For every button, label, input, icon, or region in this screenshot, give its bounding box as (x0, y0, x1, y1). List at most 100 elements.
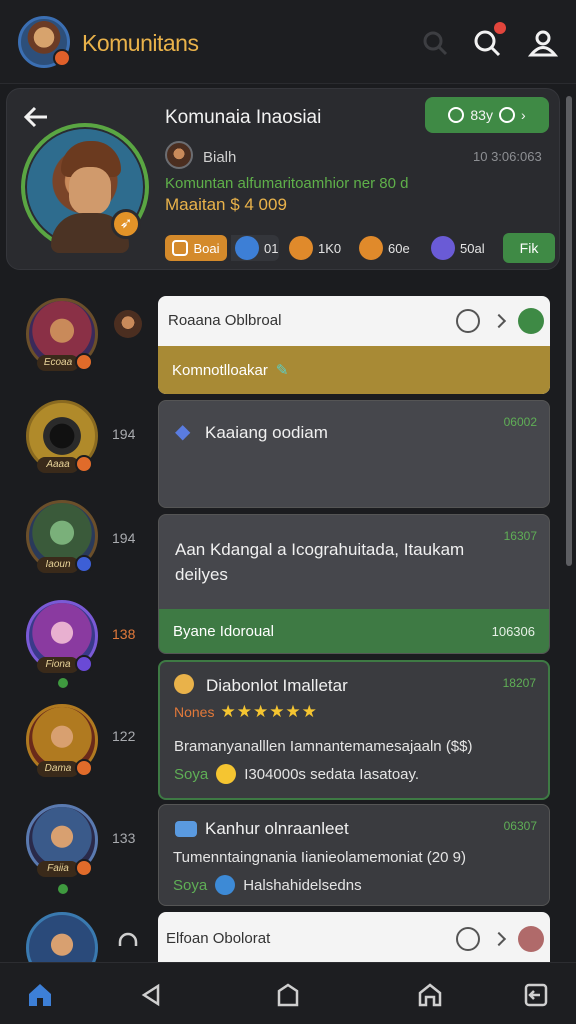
rating-stars: ★★★★★★ (220, 702, 318, 721)
heart-icon[interactable] (518, 926, 544, 952)
owner-avatar[interactable] (165, 141, 193, 169)
rank-badge: Dama (37, 761, 79, 777)
card-body: Bramanyanalllen Iamnantemamesajaaln ($$) (174, 738, 473, 755)
member-avatar[interactable]: Faiia (26, 804, 98, 877)
profile-title: Komunaia Inaosiai (165, 107, 322, 128)
smile-emoji-icon (216, 764, 237, 784)
feed-card[interactable]: 06307 Kanhur olnraanleet Tumenntaingnani… (158, 804, 550, 906)
card-title: Roaana Oblbroal (168, 312, 282, 329)
feed-count: 138 (112, 626, 136, 642)
stat-shields[interactable]: 50al (431, 235, 485, 261)
feed-item[interactable]: Aaaa 194 06002 ◆ Kaaiang oodiam (0, 400, 560, 510)
feed-count: 194 (112, 530, 136, 546)
member-avatar[interactable] (26, 912, 98, 962)
online-status-icon (58, 884, 68, 894)
stat-gems[interactable]: 01 (231, 235, 279, 261)
notification-dot-icon (494, 22, 506, 34)
chevron-right-icon: › (520, 107, 526, 123)
diamond-icon: ◆ (175, 421, 191, 443)
small-member-avatar[interactable] (114, 310, 142, 338)
card-title: Diabonlot Imalletar (206, 676, 348, 695)
community-icon[interactable] (416, 981, 444, 1009)
member-avatar[interactable]: Dama (26, 704, 98, 777)
feed-card[interactable]: Elfoan Obolorat (158, 912, 550, 962)
card-body: Tumenntaingnania Iianieolamemoniat (20 9… (173, 849, 466, 866)
chevron-right-icon[interactable] (491, 313, 507, 329)
member-avatar[interactable]: Ecoaa (26, 298, 98, 371)
level-icon (75, 655, 93, 673)
member-avatar[interactable]: Iaoun (26, 500, 98, 573)
rank-badge: Ecoaa (37, 355, 79, 371)
headset-icon[interactable] (116, 930, 140, 954)
card-footer-label: Soya (174, 765, 209, 783)
stat-trophies[interactable]: 60e (359, 235, 410, 261)
card-title: Kaaiang oodiam (205, 423, 328, 442)
feed-item[interactable]: Fiona 138 Dama 122 18207 Diabonlot Imall… (0, 600, 560, 800)
feed-item[interactable]: Ecoaa Roaana Oblbroal Komnotlloakar ✎ (0, 296, 560, 396)
member-avatar[interactable]: Aaaa (26, 400, 98, 473)
house-outline-icon[interactable] (274, 981, 302, 1009)
sparkle-icon: ✎ (275, 362, 289, 379)
back-arrow-icon[interactable] (23, 105, 49, 129)
profile-balance: Maaitan $ 4 009 (165, 195, 287, 214)
clock-icon[interactable] (456, 309, 480, 333)
search-icon[interactable] (420, 28, 450, 58)
feed-count: 194 (112, 426, 136, 442)
profile-icon[interactable] (528, 28, 558, 58)
rank-badge: Fiona (37, 657, 79, 673)
stat-gems-value: 01 (264, 240, 279, 256)
globe-icon (215, 875, 236, 895)
avatar-badge-icon (53, 49, 71, 67)
chevron-right-icon[interactable] (491, 931, 507, 947)
feed-card[interactable]: 06002 ◆ Kaaiang oodiam (158, 400, 550, 508)
level-icon (75, 555, 93, 573)
bottom-nav (0, 962, 576, 1024)
gem-icon (235, 236, 259, 260)
feed-card[interactable]: 18207 Diabonlot Imalletar Nones ★★★★★★ B… (158, 660, 550, 800)
friend-button[interactable]: Fik (503, 233, 555, 263)
level-icon (75, 455, 93, 473)
stat-medals-value: 1K0 (318, 240, 342, 256)
feed-item[interactable]: Faiia 133 06307 Kanhur olnraanleet Tumen… (0, 804, 560, 908)
stat-coins-value: Boai (193, 240, 220, 256)
feed-count: 122 (112, 728, 136, 744)
stat-coins[interactable]: Boai (165, 235, 227, 261)
coin-icon (174, 674, 194, 694)
rank-emblem-icon: ➶ (111, 209, 141, 239)
rank-badge: Faiia (37, 861, 79, 877)
card-strip[interactable]: Komnotlloakar ✎ (158, 346, 550, 394)
card-title: Elfoan Obolorat (166, 930, 271, 947)
back-triangle-icon[interactable] (138, 981, 166, 1009)
chat-icon (175, 821, 197, 837)
card-time: 16307 (503, 529, 537, 543)
profile-date: 10 3:06:063 (473, 149, 542, 164)
card-subtitle: Nones (174, 704, 215, 720)
rank-badge: Iaoun (37, 557, 79, 573)
stat-shields-value: 50al (460, 240, 485, 256)
profile-avatar[interactable]: ➶ (21, 123, 149, 253)
feed-item[interactable]: Elfoan Obolorat (0, 912, 560, 962)
status-button[interactable]: 83y › (425, 97, 549, 133)
card-footer-text: I304000s sedata Iasatoay. (244, 765, 420, 783)
strip-label: Komnotlloakar (172, 361, 268, 379)
stat-medals[interactable]: 1K0 (289, 235, 341, 261)
scrollbar[interactable] (566, 96, 572, 566)
card-footer-label: Soya (173, 876, 208, 894)
status-label: 83y (470, 107, 493, 123)
clock-icon (498, 107, 515, 123)
trophy-icon (359, 236, 383, 260)
profile-card: ➶ Komunaia Inaosiai 83y › Bialh 10 3:06:… (6, 88, 560, 270)
online-status-icon (58, 678, 68, 688)
clock-icon[interactable] (456, 927, 480, 951)
feed-card[interactable]: Roaana Oblbroal Komnotlloakar ✎ (158, 296, 550, 394)
member-avatar[interactable]: Fiona (26, 600, 98, 673)
go-icon[interactable] (518, 308, 544, 334)
card-time: 06307 (503, 819, 537, 833)
level-icon (75, 859, 93, 877)
info-icon (448, 107, 465, 123)
user-avatar[interactable] (18, 16, 71, 68)
exit-icon[interactable] (522, 981, 550, 1009)
level-icon (75, 759, 93, 777)
home-icon[interactable] (26, 981, 54, 1009)
notifications-search-button[interactable] (472, 22, 506, 58)
